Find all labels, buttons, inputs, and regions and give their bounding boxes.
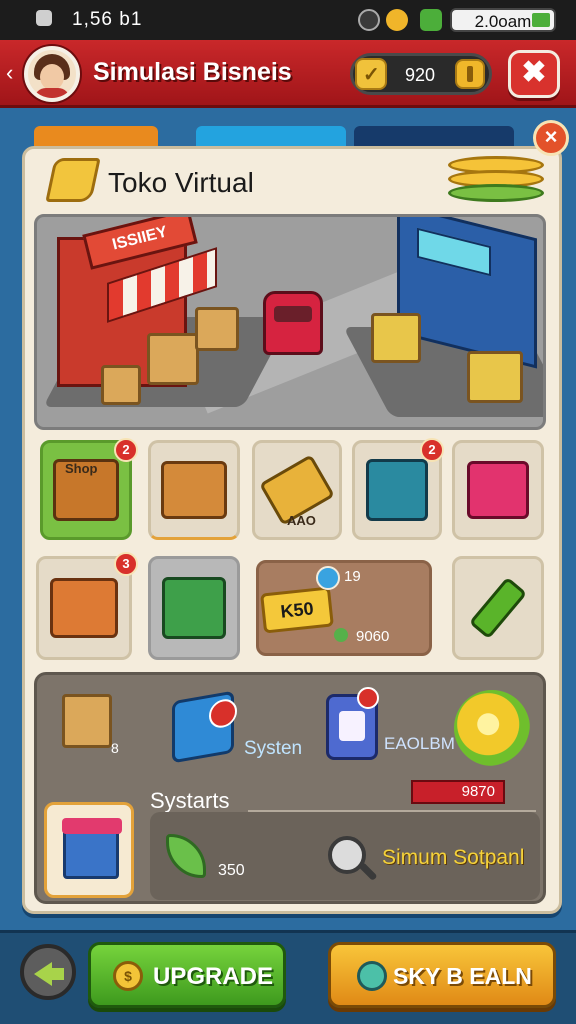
cargo-box [467,351,523,403]
item-label: Shop [65,461,98,476]
cargo-box [371,313,421,363]
coin-icon [355,58,387,90]
delivery-van [263,291,323,355]
system-label: Systen [244,738,303,759]
coin-value: 920 [405,65,436,85]
store-scene: ISSIIEY [34,214,546,430]
game-title: Simulasi Bisneis [93,58,292,86]
back-chevron-icon[interactable]: ‹ [6,60,13,86]
panel-title: Toko Virtual [108,167,254,198]
cargo-box [101,365,141,405]
ebaum-label: EAOLBM [384,734,455,753]
panel-close-button[interactable]: × [533,120,569,156]
box-count: 8 [111,740,119,756]
avatar-face [40,64,64,90]
gem-icon [357,961,387,991]
status-bar: 1,56 b1 2.0oam [0,0,576,40]
item-tile-lever[interactable] [452,556,544,660]
leaf-value: 350 [218,862,245,879]
promo-count: 19 [344,568,361,585]
item-tile-box[interactable] [148,440,240,540]
upgrade-button[interactable]: $ UPGRADE [88,942,286,1008]
notification-badge [357,687,379,709]
selected-stall-card[interactable] [44,802,134,898]
close-button[interactable]: ✖ [508,50,560,98]
item-tile-package[interactable] [148,556,240,660]
item-badge: 2 [420,438,444,462]
status-time: 1,56 b1 [72,9,143,30]
buy-button[interactable]: SKY B EALN [328,942,556,1008]
crate-icon [161,461,227,519]
lever-icon [468,576,528,640]
back-arrow-button[interactable] [20,944,76,1000]
shield-icon[interactable] [326,687,379,760]
gold-gear-icon[interactable] [454,690,530,766]
price-tag: K50 [260,586,334,634]
coin-icon: $ [113,961,143,991]
package-icon [162,577,226,639]
info-dot-icon [316,566,340,590]
section-title: Systarts [150,788,230,813]
simum-label: Simum Sotpanl [382,846,525,869]
box-icon [62,694,112,748]
cube-icon [366,459,428,521]
item-tile-gavel[interactable]: AAO [252,440,342,540]
leaf-small-icon [334,628,348,642]
coin-stack-icon [448,156,544,208]
coin-status-icon [386,9,408,31]
magnifier-handle [358,861,378,882]
item-badge: 2 [114,438,138,462]
item-tile-gift[interactable] [452,440,544,540]
item-label: AAO [287,513,316,528]
add-coins-button[interactable] [455,59,485,89]
ticket-icon[interactable] [172,690,234,764]
search-icon[interactable] [328,836,378,884]
cargo-box [195,307,239,351]
signal-icon [358,9,380,31]
gift-box-icon [467,461,529,519]
camera-icon [36,10,52,26]
stall-icon [62,818,122,879]
market-stall-icon [50,578,118,638]
value-bar: 9870 [411,780,505,804]
buy-label: SKY B EALN [393,963,532,989]
promo-price: 9060 [356,628,390,645]
cargo-box [147,333,199,385]
avatar-body [34,88,70,98]
upgrade-label: UPGRADE [153,963,274,990]
battery-indicator: 2.0oam [450,8,556,32]
gem-status-icon [420,9,442,31]
top-header: ‹ Simulasi Bisneis 920 ✖ [0,40,576,108]
coin-balance[interactable]: 920 [350,53,492,95]
item-badge: 3 [114,552,138,576]
avatar[interactable] [24,46,80,102]
